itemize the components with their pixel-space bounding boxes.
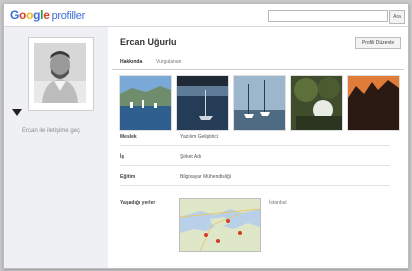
search-input[interactable] (268, 10, 388, 22)
profile-photo-card (28, 37, 94, 111)
places-label: Yaşadığı yerler (120, 200, 156, 206)
photo-strip (119, 75, 400, 131)
profile-name: Ercan Uğurlu (120, 37, 177, 47)
places-side-text: İstanbul (269, 200, 287, 206)
photo-marina[interactable] (233, 75, 286, 131)
tab-highlights[interactable]: Vurgulanan (156, 59, 181, 65)
info-row-education: Eğitim Bilgisayar Mühendisliği (120, 169, 390, 186)
info-row-occupation: Meslek Yazılım Geliştirici (120, 129, 390, 146)
photo-sailboat[interactable] (176, 75, 229, 131)
places-map[interactable] (179, 198, 261, 252)
map-image (180, 199, 260, 251)
photo-sunset-palm[interactable] (347, 75, 400, 131)
top-bar: Google profiller Ara (4, 4, 408, 27)
info-value: Yazılım Geliştirici (180, 134, 218, 140)
logo-letter: G (10, 8, 20, 22)
info-value: Şirket Adı (180, 154, 202, 160)
logo-letter: e (43, 8, 50, 22)
edit-profile-button[interactable]: Profili Düzenle (355, 37, 401, 49)
photo-tree[interactable] (290, 75, 343, 131)
profile-sidebar: Ercan ile iletişime geç (4, 27, 108, 268)
browser-frame: Google profiller Ara Ercan ile iletişime … (3, 3, 409, 269)
info-row-work: İş Şirket Adı (120, 149, 390, 166)
profile-main: Ercan Uğurlu Profili Düzenle Hakkında Vu… (112, 27, 404, 268)
info-label: Meslek (120, 134, 137, 140)
photo-harbor[interactable] (119, 75, 172, 131)
photo-speech-tail (12, 109, 22, 116)
logo-product-name: profiller (51, 10, 86, 22)
info-value: Bilgisayar Mühendisliği (180, 174, 231, 180)
profile-tabs: Hakkında Vurgulanan (112, 57, 404, 70)
tab-about[interactable]: Hakkında (120, 59, 142, 65)
profile-photo[interactable] (34, 43, 86, 103)
google-profiles-logo[interactable]: Google profiller (10, 8, 85, 22)
profile-person-image (34, 43, 86, 103)
info-label: İş (120, 154, 125, 160)
search-button[interactable]: Ara (389, 10, 405, 24)
contact-link[interactable]: Ercan ile iletişime geç (22, 128, 80, 134)
info-label: Eğitim (120, 174, 136, 180)
